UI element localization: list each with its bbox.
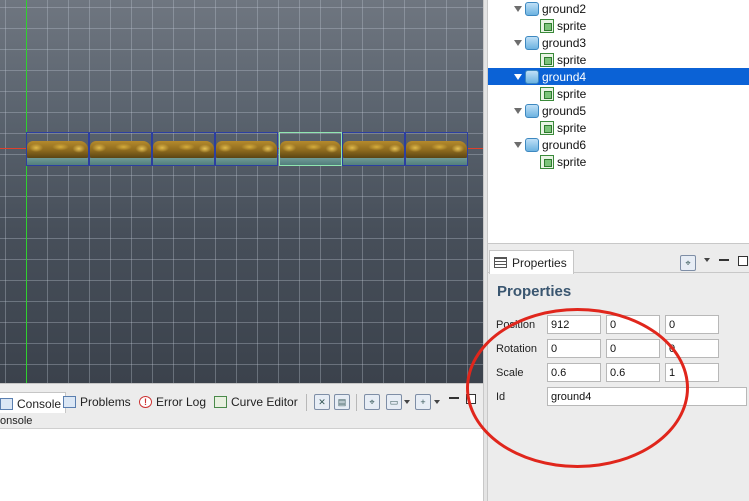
ground-tile[interactable] bbox=[26, 132, 89, 166]
rotation-label: Rotation bbox=[496, 343, 537, 355]
chevron-down-icon[interactable] bbox=[434, 400, 440, 404]
tab-error-log[interactable]: ! Error Log bbox=[139, 391, 206, 413]
tree-item-ground6[interactable]: ground6 bbox=[488, 136, 749, 153]
curve-editor-icon bbox=[214, 396, 227, 408]
scale-label: Scale bbox=[496, 367, 524, 379]
scene-tree: ground2 sprite ground3 sprite ground4 sp… bbox=[487, 0, 749, 244]
tab-problems[interactable]: Problems bbox=[63, 391, 131, 413]
tree-item-label: sprite bbox=[557, 18, 587, 33]
chevron-down-icon[interactable] bbox=[514, 141, 522, 148]
chevron-down-icon[interactable] bbox=[514, 107, 522, 114]
chevron-down-icon[interactable] bbox=[514, 73, 522, 80]
tree-item-label: sprite bbox=[557, 86, 587, 101]
toolbar-separator bbox=[306, 394, 307, 411]
tab-console[interactable]: Console bbox=[0, 392, 67, 414]
maximize-icon[interactable] bbox=[738, 256, 748, 266]
tree-item-label: sprite bbox=[557, 52, 587, 67]
tree-item-sprite[interactable]: sprite bbox=[488, 85, 749, 102]
node-icon bbox=[525, 137, 539, 152]
scale-x-field[interactable] bbox=[547, 363, 601, 382]
id-field[interactable] bbox=[547, 387, 747, 406]
error-log-icon: ! bbox=[139, 396, 152, 408]
toolbar-separator bbox=[356, 394, 357, 411]
tab-curve-editor[interactable]: Curve Editor bbox=[214, 391, 298, 413]
display-console-icon[interactable]: ▭ bbox=[386, 394, 402, 410]
clear-console-icon[interactable]: ✕ bbox=[314, 394, 330, 410]
console-title: onsole bbox=[0, 413, 483, 429]
tree-item-sprite[interactable]: sprite bbox=[488, 153, 749, 170]
scroll-lock-icon[interactable]: ▤ bbox=[334, 394, 350, 410]
position-y-field[interactable] bbox=[606, 315, 660, 334]
properties-panel: Properties ⌖ Properties Position Rotatio… bbox=[487, 244, 749, 501]
tab-curve-editor-label: Curve Editor bbox=[231, 395, 298, 409]
tree-item-ground4[interactable]: ground4 bbox=[488, 68, 749, 85]
tree-item-sprite[interactable]: sprite bbox=[488, 17, 749, 34]
ground-tile-selected[interactable] bbox=[279, 132, 342, 166]
pin-icon[interactable]: ⌖ bbox=[680, 255, 696, 271]
chevron-down-icon[interactable] bbox=[704, 258, 710, 262]
console-icon bbox=[0, 397, 13, 410]
sprite-icon bbox=[540, 154, 554, 169]
ground-tile[interactable] bbox=[89, 132, 152, 166]
tree-item-label: ground4 bbox=[542, 69, 587, 84]
console-output[interactable] bbox=[0, 429, 483, 501]
id-label: Id bbox=[496, 391, 506, 403]
node-icon bbox=[525, 1, 539, 16]
ground-tile[interactable] bbox=[342, 132, 405, 166]
scale-y-field[interactable] bbox=[606, 363, 660, 382]
properties-title: Properties bbox=[497, 283, 572, 300]
sprite-icon bbox=[540, 18, 554, 33]
console-tab-bar: Console Problems ! Error Log Curve Edito… bbox=[0, 383, 483, 414]
tree-item-ground2[interactable]: ground2 bbox=[488, 0, 749, 17]
sprite-icon bbox=[540, 52, 554, 67]
node-icon bbox=[525, 103, 539, 118]
rotation-z-field[interactable] bbox=[665, 339, 719, 358]
pin-console-icon[interactable]: ⌖ bbox=[364, 394, 380, 410]
y-axis-line bbox=[26, 0, 27, 383]
chevron-down-icon[interactable] bbox=[404, 400, 410, 404]
tree-item-sprite[interactable]: sprite bbox=[488, 119, 749, 136]
ground-tile[interactable] bbox=[215, 132, 278, 166]
scene-grid bbox=[0, 0, 483, 383]
tab-error-log-label: Error Log bbox=[156, 395, 207, 409]
tree-item-label: sprite bbox=[557, 120, 587, 135]
tab-problems-label: Problems bbox=[80, 395, 131, 409]
tree-item-label: ground2 bbox=[542, 1, 587, 16]
open-console-icon[interactable]: + bbox=[415, 394, 431, 410]
node-icon bbox=[525, 69, 539, 84]
tab-properties-label: Properties bbox=[512, 255, 567, 270]
tree-item-label: ground3 bbox=[542, 35, 587, 50]
sprite-icon bbox=[540, 86, 554, 101]
tree-item-ground3[interactable]: ground3 bbox=[488, 34, 749, 51]
problems-icon bbox=[63, 396, 76, 408]
properties-tab-bar: Properties ⌖ bbox=[488, 247, 749, 274]
rotation-y-field[interactable] bbox=[606, 339, 660, 358]
maximize-icon[interactable] bbox=[466, 394, 476, 404]
minimize-icon[interactable] bbox=[719, 259, 729, 262]
chevron-down-icon[interactable] bbox=[514, 39, 522, 46]
node-icon bbox=[525, 35, 539, 50]
ground-tile[interactable] bbox=[152, 132, 215, 166]
tab-console-label: Console bbox=[17, 396, 62, 411]
chevron-down-icon[interactable] bbox=[514, 5, 522, 12]
tree-item-sprite[interactable]: sprite bbox=[488, 51, 749, 68]
tree-item-label: sprite bbox=[557, 154, 587, 169]
position-label: Position bbox=[496, 319, 536, 331]
minimize-icon[interactable] bbox=[449, 397, 459, 400]
ground-tile[interactable] bbox=[405, 132, 468, 166]
tree-item-label: ground6 bbox=[542, 137, 587, 152]
rotation-x-field[interactable] bbox=[547, 339, 601, 358]
position-x-field[interactable] bbox=[547, 315, 601, 334]
tree-item-ground5[interactable]: ground5 bbox=[488, 102, 749, 119]
editor-window: Console Problems ! Error Log Curve Edito… bbox=[0, 0, 749, 501]
position-z-field[interactable] bbox=[665, 315, 719, 334]
sprite-icon bbox=[540, 120, 554, 135]
scale-z-field[interactable] bbox=[665, 363, 719, 382]
properties-icon bbox=[494, 257, 507, 268]
scene-viewport[interactable] bbox=[0, 0, 483, 383]
tab-properties[interactable]: Properties bbox=[489, 250, 574, 274]
tree-item-label: ground5 bbox=[542, 103, 587, 118]
